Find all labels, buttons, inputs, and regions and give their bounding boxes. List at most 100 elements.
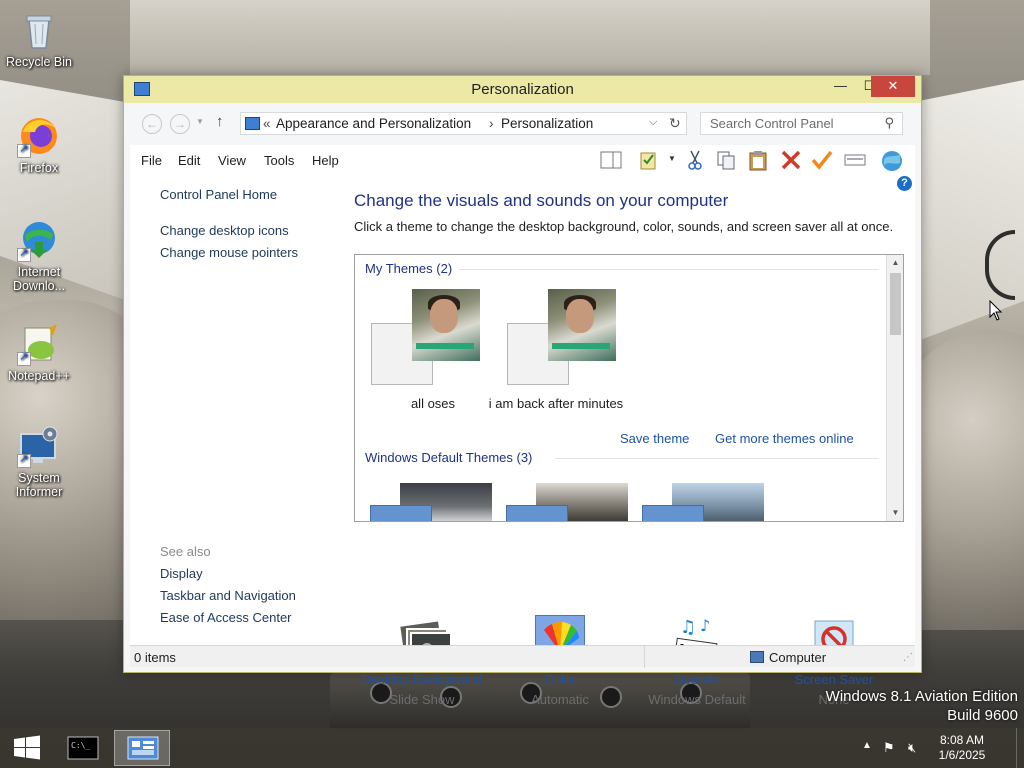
copy-button[interactable] — [714, 149, 738, 171]
group-divider — [555, 458, 879, 459]
control-panel-home-link[interactable]: Control Panel Home — [160, 187, 277, 202]
default-themes-header: Windows Default Themes (3) — [365, 450, 533, 465]
internet-download-manager-icon — [17, 218, 61, 262]
internet-button[interactable] — [880, 149, 904, 171]
taskbar-control-panel[interactable] — [114, 730, 170, 766]
display-link[interactable]: Display — [160, 566, 203, 581]
theme-name: i am back after minutes — [488, 396, 624, 411]
thumbnail-face — [430, 299, 458, 333]
show-hidden-icons-button[interactable]: ▲ — [862, 740, 872, 751]
color-label: Color — [544, 672, 576, 687]
menu-help[interactable]: Help — [312, 153, 339, 168]
show-desktop-button[interactable] — [1016, 728, 1024, 768]
recent-locations-dropdown[interactable]: ▼ — [196, 117, 204, 126]
breadcrumb-appearance[interactable]: Appearance and Personalization — [276, 116, 471, 131]
preview-pane-icon — [600, 151, 622, 169]
desktop-icon-firefox[interactable]: Firefox — [1, 114, 77, 175]
title-bar[interactable]: Personalization — ☐ ✕ — [124, 76, 921, 103]
menu-file[interactable]: File — [141, 153, 162, 168]
change-mouse-pointers-link[interactable]: Change mouse pointers — [160, 245, 298, 260]
search-input[interactable]: Search Control Panel ⚲ — [700, 112, 903, 135]
sounds-value: Windows Default — [648, 692, 746, 707]
desktop-icon-notepad-plus-plus[interactable]: Notepad++ — [1, 322, 77, 383]
desktop-icon-recycle-bin[interactable]: Recycle Bin — [1, 8, 77, 69]
menu-edit[interactable]: Edit — [178, 153, 200, 168]
theme-list-scrollbar[interactable]: ▲ ▼ — [886, 255, 903, 521]
shortcut-arrow-icon — [17, 142, 31, 158]
wallpaper-cockpit-ceiling — [130, 0, 930, 75]
action-center-flag-icon[interactable]: ⚑ — [883, 740, 895, 756]
checkmark-icon — [811, 150, 833, 170]
resize-grip-icon[interactable]: ⋰ — [903, 652, 913, 663]
menu-tools[interactable]: Tools — [264, 153, 294, 168]
delete-icon — [781, 150, 801, 170]
address-dropdown-chevron-icon[interactable]: ⌵ — [649, 116, 657, 129]
scroll-up-arrow-icon[interactable]: ▲ — [887, 255, 903, 271]
save-theme-link[interactable]: Save theme — [620, 431, 689, 446]
properties-button[interactable] — [637, 149, 661, 171]
search-placeholder: Search Control Panel — [710, 116, 834, 131]
preview-pane-button[interactable] — [599, 149, 623, 171]
refresh-icon[interactable]: ↻ — [669, 115, 681, 132]
up-button[interactable]: ↑ — [216, 113, 224, 130]
properties-dropdown-icon[interactable]: ▼ — [668, 154, 676, 163]
cut-button[interactable] — [683, 149, 707, 171]
layout-button[interactable] — [843, 149, 867, 171]
delete-button[interactable] — [779, 149, 803, 171]
page-heading: Change the visuals and sounds on your co… — [354, 191, 729, 210]
search-icon[interactable]: ⚲ — [884, 115, 894, 131]
breadcrumb-separator: › — [489, 116, 494, 131]
paste-button[interactable] — [746, 149, 770, 171]
theme-background-thumbnail — [548, 289, 616, 361]
forward-arrow-icon: → — [174, 117, 186, 131]
help-icon[interactable]: ? — [897, 176, 912, 191]
back-arrow-icon: ← — [146, 117, 158, 131]
taskbar-clock[interactable]: 8:08 AM 1/6/2025 — [930, 733, 994, 763]
change-desktop-icons-link[interactable]: Change desktop icons — [160, 223, 289, 238]
breadcrumb-personalization[interactable]: Personalization — [501, 116, 593, 131]
menu-view[interactable]: View — [218, 153, 246, 168]
chevron-down-icon: ▼ — [196, 117, 204, 126]
layout-icon — [844, 154, 866, 166]
default-theme-2[interactable] — [506, 483, 628, 521]
shortcut-arrow-icon — [17, 350, 31, 366]
desktop-icon-internet-download-manager[interactable]: Internet Downlo... — [1, 218, 77, 293]
address-bar[interactable]: « Appearance and Personalization › Perso… — [240, 112, 687, 135]
recycle-bin-icon — [17, 8, 61, 52]
theme-list: My Themes (2) all oses i am back after m… — [354, 254, 904, 522]
taskbar-and-navigation-link[interactable]: Taskbar and Navigation — [160, 588, 296, 603]
breadcrumb-overflow[interactable]: « — [263, 116, 271, 131]
get-more-themes-link[interactable]: Get more themes online — [715, 431, 854, 446]
windows-edition-watermark: Windows 8.1 Aviation Edition Build 9600 — [826, 687, 1018, 725]
desktop-icon-system-informer[interactable]: System Informer — [1, 424, 77, 499]
status-bar: 0 items Computer ⋰ — [130, 645, 915, 668]
desktop-background-value: Slide Show — [389, 692, 455, 707]
theme-background-thumbnail — [412, 289, 480, 361]
paste-icon — [749, 151, 767, 171]
window-content: ← → ▼ ↑ « Appearance and Personalization… — [130, 103, 915, 707]
rename-button[interactable] — [810, 149, 834, 171]
svg-text:♪: ♪ — [700, 616, 710, 635]
desktop-icon-label: Notepad++ — [8, 369, 70, 383]
my-themes-header: My Themes (2) — [365, 261, 453, 276]
default-theme-1[interactable] — [370, 483, 492, 521]
svg-text:♫: ♫ — [680, 617, 696, 638]
watermark-build: Build 9600 — [947, 707, 1018, 724]
scroll-down-arrow-icon[interactable]: ▼ — [887, 505, 903, 521]
minimize-button[interactable]: — — [826, 76, 855, 97]
forward-button[interactable]: → — [170, 114, 190, 134]
page-description: Click a theme to change the desktop back… — [354, 219, 894, 234]
ease-of-access-center-link[interactable]: Ease of Access Center — [160, 610, 292, 625]
clock-date: 1/6/2025 — [938, 748, 986, 762]
scrollbar-thumb[interactable] — [890, 273, 901, 335]
globe-icon — [882, 151, 902, 171]
back-button[interactable]: ← — [142, 114, 162, 134]
taskbar-command-prompt[interactable]: C:\_ — [56, 730, 112, 766]
volume-muted-icon[interactable]: 🔇︎ — [908, 740, 916, 756]
start-button[interactable] — [0, 730, 56, 766]
control-panel-icon — [245, 117, 260, 130]
close-button[interactable]: ✕ — [871, 76, 915, 97]
thumbnail-bar — [416, 343, 474, 349]
default-theme-3[interactable] — [642, 483, 764, 521]
personalization-window: Personalization — ☐ ✕ ← → ▼ ↑ « Appearan… — [123, 75, 922, 707]
